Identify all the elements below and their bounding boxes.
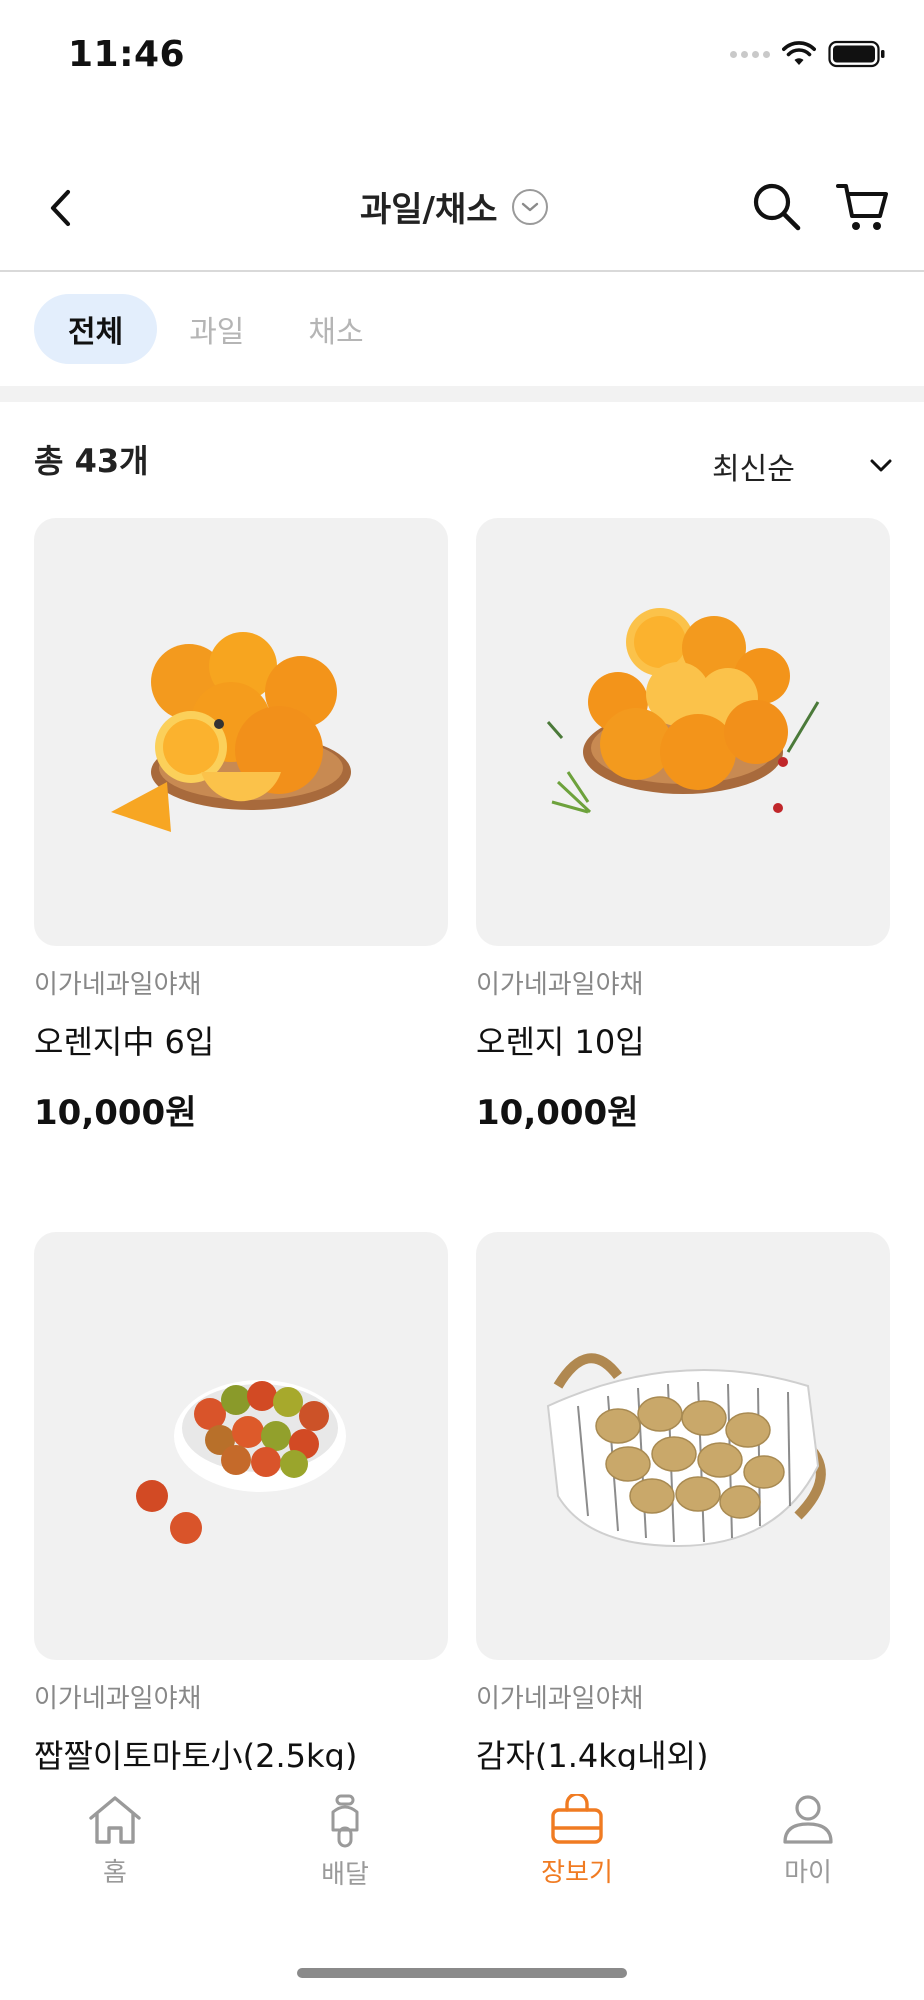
nav-label: 배달 [321, 1860, 369, 1890]
nav-label: 장보기 [541, 1858, 613, 1888]
chevron-down-icon [870, 459, 892, 472]
nav-label: 마이 [784, 1858, 832, 1888]
product-name: 오렌지中 6입 [34, 1023, 215, 1061]
search-button[interactable] [750, 180, 804, 234]
cart-button[interactable] [836, 180, 890, 234]
cart-icon [836, 184, 888, 230]
product-image-potatoes[interactable] [476, 1232, 890, 1660]
battery-icon [828, 40, 885, 68]
cellular-signal-icon [730, 50, 770, 58]
search-icon [753, 183, 801, 231]
product-card[interactable]: 이가네과일야채 오렌지中 6입 10,000원 [34, 518, 448, 1134]
sort-label: 최신순 [712, 452, 795, 487]
product-seller: 이가네과일야채 [34, 1684, 202, 1714]
home-indicator[interactable] [297, 1968, 627, 1978]
home-icon [89, 1796, 141, 1844]
scooter-icon [331, 1794, 359, 1848]
top-app-bar: 과일/채소 [0, 150, 924, 272]
chevron-down-circle-icon [511, 188, 548, 225]
back-button[interactable] [40, 184, 80, 232]
nav-item-delivery[interactable]: 배달 [275, 1794, 415, 1891]
status-bar: 11:46 [0, 0, 924, 110]
sort-dropdown[interactable]: 최신순 [712, 444, 892, 488]
product-card[interactable]: 이가네과일야채 짭짤이토마토小(2.5kg) [34, 1232, 448, 1777]
oranges-berries-image [546, 608, 820, 814]
product-price: 10,000원 [476, 1093, 639, 1133]
section-divider [0, 386, 924, 402]
page-title: 과일/채소 [360, 190, 498, 230]
product-card[interactable]: 이가네과일야채 감자(1.4kg내외) [476, 1232, 890, 1777]
bottom-navigation: 홈 배달 장보기 마이 [0, 1770, 924, 2000]
nav-label: 홈 [103, 1858, 127, 1888]
nav-item-home[interactable]: 홈 [45, 1794, 185, 1889]
product-name: 오렌지 10입 [476, 1023, 645, 1061]
user-icon [783, 1795, 833, 1844]
chevron-left-icon [50, 189, 71, 227]
product-card[interactable]: 이가네과일야채 오렌지 10입 10,000원 [476, 518, 890, 1134]
product-image-tomatoes[interactable] [34, 1232, 448, 1660]
status-time: 11:46 [68, 34, 186, 75]
product-seller: 이가네과일야채 [476, 970, 644, 1000]
filter-chip-vegetable[interactable]: 채소 [276, 294, 395, 364]
product-seller: 이가네과일야채 [476, 1684, 644, 1714]
wifi-icon [782, 41, 816, 65]
tomatoes-image [136, 1380, 346, 1544]
category-filter-tabs: 전체 과일 채소 [34, 294, 396, 364]
nav-item-shopping[interactable]: 장보기 [507, 1794, 647, 1889]
status-icons [730, 40, 886, 68]
product-seller: 이가네과일야채 [34, 970, 202, 1000]
product-image-oranges[interactable] [34, 518, 448, 946]
filter-chip-all[interactable]: 전체 [34, 294, 158, 364]
product-price: 10,000원 [34, 1093, 197, 1133]
total-count: 총 43개 [34, 442, 149, 480]
potatoes-image [546, 1353, 826, 1548]
category-selector[interactable]: 과일/채소 [360, 182, 548, 231]
nav-item-my[interactable]: 마이 [738, 1794, 878, 1889]
oranges-image [111, 632, 351, 832]
product-image-oranges-10[interactable] [476, 518, 890, 946]
shopping-bag-icon [551, 1794, 603, 1844]
filter-chip-fruit[interactable]: 과일 [157, 294, 276, 364]
